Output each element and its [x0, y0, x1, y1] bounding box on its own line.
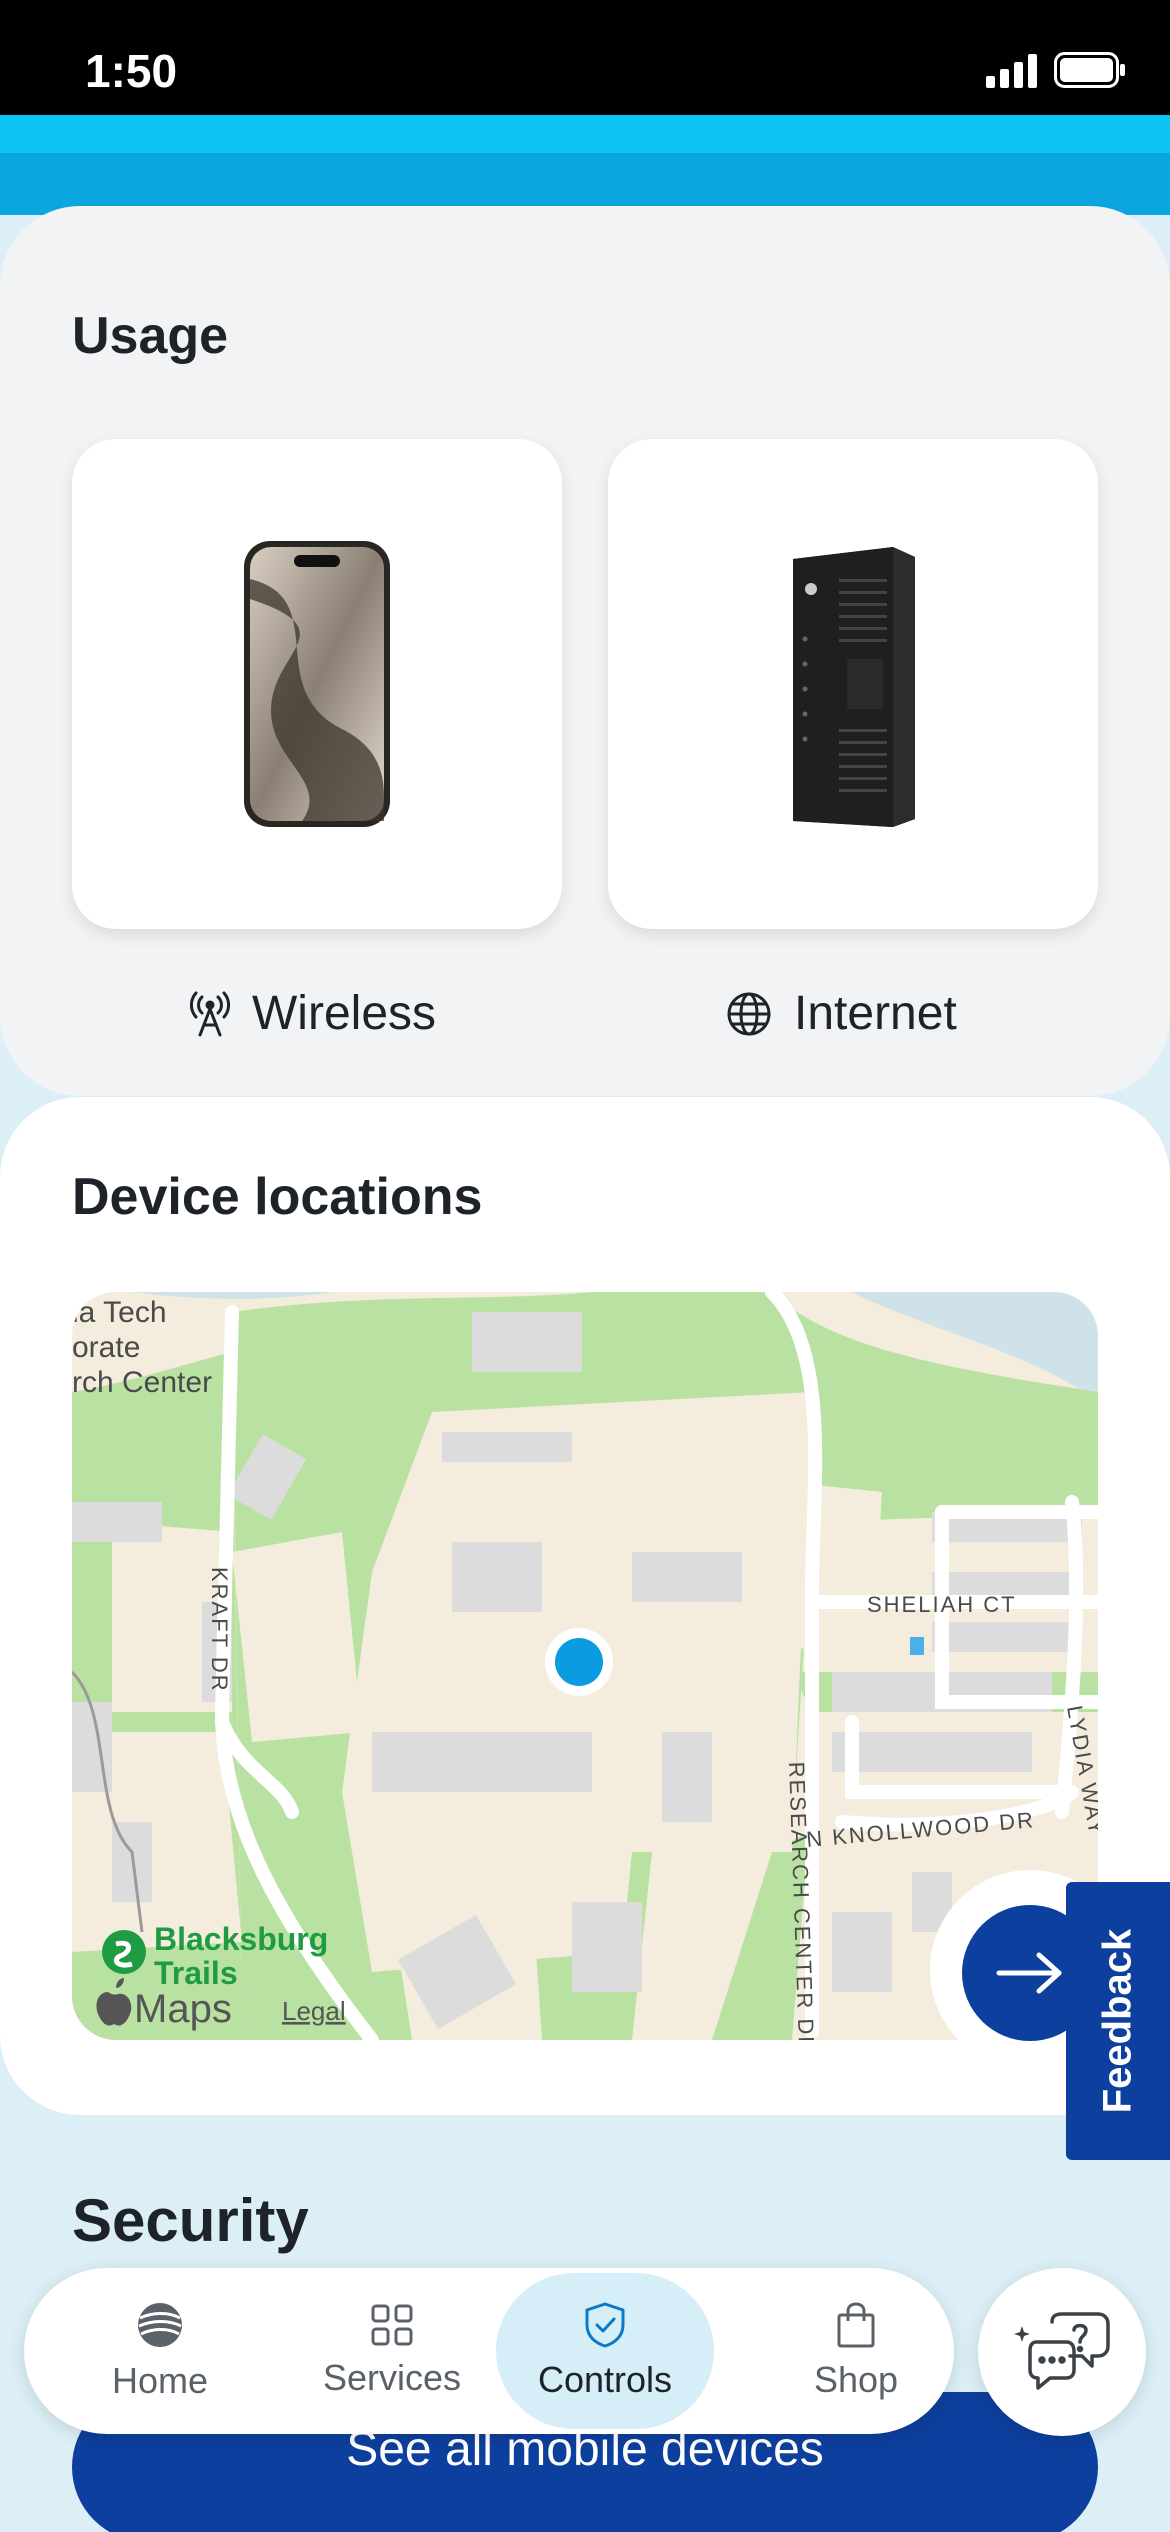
status-icons: [986, 52, 1126, 88]
security-title: Security: [72, 2187, 309, 2254]
map-label-kraft-dr: KRAFT DR: [207, 1567, 232, 1693]
map-label-poi-1: ia Tech: [72, 1296, 167, 1329]
tab-controls-label: Controls: [537, 2359, 673, 2400]
chat-assistant-button[interactable]: [978, 2268, 1146, 2436]
bottom-tab-bar: Home Services Controls Shop: [24, 2268, 954, 2434]
cellular-signal-icon: [986, 54, 1037, 88]
map-label-sheliah-ct: SHELIAH CT: [867, 1592, 1017, 1617]
battery-icon: [1054, 52, 1125, 88]
device-locations-title: Device locations: [72, 1168, 483, 1226]
tab-controls[interactable]: Controls: [496, 2273, 714, 2429]
internet-label[interactable]: Internet: [726, 986, 957, 1041]
tab-services-label: Services: [322, 2357, 462, 2398]
map-label-poi-3: rch Center: [72, 1366, 212, 1399]
cell-tower-icon: [190, 991, 230, 1036]
map-label-trails-1: Blacksburg: [154, 1921, 328, 1957]
globe-icon: [727, 992, 771, 1035]
usage-panel: Usage Wireless Internet: [0, 206, 1170, 1096]
header-band: [0, 115, 1170, 215]
internet-card[interactable]: [608, 439, 1098, 929]
gateway-router-image: [793, 547, 915, 827]
status-time: 1:50: [85, 45, 178, 97]
tab-shop-label: Shop: [813, 2359, 899, 2400]
wireless-card[interactable]: [72, 439, 562, 929]
wireless-label[interactable]: Wireless: [190, 986, 436, 1041]
tab-shop[interactable]: Shop: [746, 2268, 966, 2434]
feedback-label: Feedback: [1095, 1928, 1140, 2114]
arrow-right-icon: [996, 1952, 1062, 1994]
chat-help-icon: [1014, 2312, 1110, 2390]
status-bar: 1:50: [0, 0, 1170, 115]
maps-brand-text: Maps: [134, 1987, 232, 2031]
phone-image: [244, 541, 390, 827]
location-dot: [555, 1638, 603, 1686]
map-label-poi-2: orate: [72, 1331, 140, 1364]
att-globe-icon: [138, 2303, 182, 2347]
internet-label-text: Internet: [794, 987, 957, 1040]
usage-title: Usage: [72, 307, 229, 365]
wireless-label-text: Wireless: [252, 987, 437, 1040]
tab-services[interactable]: Services: [282, 2268, 502, 2434]
grid-icon: [371, 2304, 413, 2346]
tab-home-label: Home: [111, 2360, 209, 2401]
shopping-bag-icon: [837, 2302, 875, 2348]
map-label-trails-2: Trails: [154, 1955, 238, 1991]
feedback-tab[interactable]: Feedback: [1066, 1882, 1170, 2160]
shield-check-icon: [585, 2302, 625, 2348]
tab-home[interactable]: Home: [50, 2268, 270, 2434]
map-legal-link[interactable]: Legal: [282, 1996, 346, 2026]
